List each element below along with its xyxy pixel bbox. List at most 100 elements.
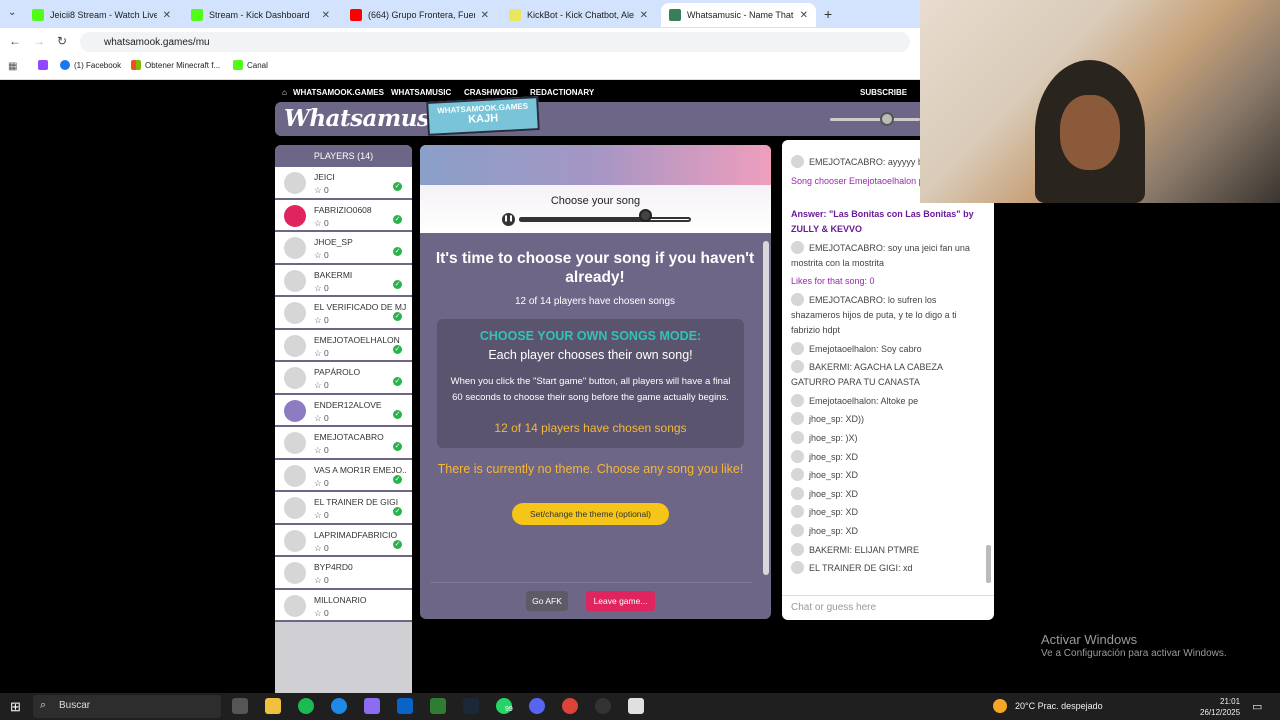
check-icon: ✓ [393, 182, 402, 191]
chat-message: jhoe_sp: XD [791, 505, 979, 520]
player-score: ☆ 0 [314, 348, 329, 359]
player-row: JHOE_SP ☆ 0 ✓ [275, 232, 412, 265]
chat-message: EMEJOTACABRO: soy una jeici fan una most… [791, 240, 979, 271]
tab-favicon [32, 9, 44, 21]
game-panel-scrollbar[interactable] [763, 241, 769, 575]
mode-chosen-status: 12 of 14 players have chosen songs [494, 421, 687, 435]
leave-game-button[interactable]: Leave game... [586, 591, 655, 611]
nav-subscribe[interactable]: SUBSCRIBE [860, 88, 907, 97]
browser-tab[interactable]: (664) Grupo Frontera, Fuerza Re ✕ [342, 3, 497, 27]
system-clock[interactable]: 21:01 26/12/2025 [1200, 696, 1240, 718]
reload-icon[interactable]: ↻ [57, 34, 67, 48]
microsoft-icon [131, 60, 141, 70]
browser-tab[interactable]: Stream - Kick Dashboard ✕ [183, 3, 338, 27]
close-icon[interactable]: ✕ [481, 10, 489, 21]
player-score: ☆ 0 [314, 413, 329, 424]
nav-redactionary[interactable]: REDACTIONARY [530, 88, 594, 97]
star-icon: ☆ [314, 510, 322, 520]
chat-avatar [791, 155, 804, 168]
bookmark-minecraft[interactable]: Obtener Minecraft f... [131, 60, 220, 70]
player-score: ☆ 0 [314, 283, 329, 294]
chat-scrollbar[interactable] [986, 545, 991, 583]
outlook-icon[interactable] [397, 698, 413, 714]
room-tag: WHATSAMOOK.GAMES KAJH [426, 96, 540, 136]
edge-icon[interactable] [331, 698, 347, 714]
home-icon[interactable]: ⌂ [282, 88, 287, 97]
store-icon[interactable] [430, 698, 446, 714]
player-avatar [284, 172, 306, 194]
player-score-value: 0 [324, 477, 329, 488]
obs-icon[interactable] [595, 698, 611, 714]
steam-icon[interactable] [463, 698, 479, 714]
new-tab-button[interactable]: + [824, 6, 832, 22]
page-scrollbar[interactable] [1270, 203, 1280, 693]
browser-tab[interactable]: KickBot - Kick Chatbot, Alerts, T ✕ [501, 3, 656, 27]
search-icon: ⌕ [40, 699, 47, 711]
star-icon: ☆ [314, 445, 322, 455]
back-icon[interactable]: ← [9, 34, 21, 48]
bookmark-facebook[interactable]: (1) Facebook [60, 60, 121, 70]
url-field[interactable]: whatsamook.games/mu [80, 32, 910, 52]
chat-avatar [791, 524, 804, 537]
nav-crashword[interactable]: CRASHWORD [464, 88, 518, 97]
forward-icon[interactable]: → [33, 34, 45, 48]
bookmark-twitch[interactable] [38, 60, 48, 70]
choose-song-label: Choose your song [550, 195, 641, 207]
mode-title: CHOOSE YOUR OWN SONGS MODE: [479, 329, 702, 343]
player-row: JEICI ☆ 0 ✓ [275, 167, 412, 200]
close-icon[interactable]: ✕ [322, 10, 330, 21]
notification-icon[interactable]: ▭ [1252, 700, 1262, 713]
player-name: PAPÁROLO [314, 367, 361, 377]
set-theme-button[interactable]: Set/change the theme (optional) [512, 503, 669, 525]
chat-message-text: EMEJOTACABRO: soy una jeici fan una most… [791, 242, 970, 268]
close-icon[interactable]: ✕ [163, 10, 171, 21]
close-icon[interactable]: ✕ [640, 10, 648, 21]
apps-icon[interactable]: ▦ [8, 61, 17, 72]
check-icon: ✓ [393, 247, 402, 256]
player-score-value: 0 [324, 542, 329, 553]
player-avatar [284, 529, 306, 552]
tab-search-icon[interactable]: ⌄ [8, 7, 16, 18]
close-icon[interactable]: ✕ [800, 10, 808, 21]
nav-whatsamook[interactable]: WHATSAMOOK.GAMES [293, 88, 384, 97]
browser-tab[interactable]: Whatsamusic - Name That Tune ✕ [661, 3, 816, 27]
file-explorer-icon[interactable] [265, 698, 281, 714]
player-avatar [284, 237, 306, 259]
player-avatar [284, 204, 306, 227]
volume-slider-handle[interactable] [880, 112, 894, 126]
taskbar-search[interactable]: Buscar [33, 695, 221, 718]
go-afk-button[interactable]: Go AFK [526, 591, 568, 611]
copilot-icon[interactable] [364, 698, 380, 714]
chat-message: Emejotaoelhalon: Soy cabro [791, 341, 979, 357]
player-name: JEICI [314, 172, 335, 182]
chat-avatar [791, 393, 804, 407]
app-icon[interactable] [628, 698, 644, 714]
weather-icon [993, 699, 1007, 713]
chat-input[interactable]: Chat or guess here [782, 595, 994, 620]
choose-song-heading: It's time to choose your song if you hav… [435, 250, 755, 286]
player-row: VAS A MOR1R EMEJO... ☆ 0 ✓ [275, 459, 412, 492]
browser-tab[interactable]: Jeicii8 Stream - Watch Live on K ✕ [24, 3, 179, 27]
bookmark-canal[interactable]: Canal [233, 60, 268, 70]
chat-message-text: Answer: "Las Bonitas con Las Bonitas" by… [791, 209, 974, 235]
windows-start-icon[interactable]: ⊞ [10, 699, 21, 715]
pause-icon[interactable]: ❚❚ [502, 213, 515, 226]
player-score-value: 0 [324, 380, 329, 390]
star-icon: ☆ [314, 315, 322, 325]
spotify-icon[interactable] [298, 698, 314, 714]
task-view-icon[interactable] [232, 698, 248, 714]
chat-avatar [791, 360, 804, 374]
divider [430, 582, 752, 583]
discord-icon[interactable] [529, 698, 545, 714]
facebook-icon [60, 60, 70, 70]
player-row: PAPÁROLO ☆ 0 ✓ [275, 362, 412, 395]
volume-slider[interactable] [830, 118, 920, 121]
player-row: BYP4RD0 ☆ 0 [275, 557, 412, 590]
chrome-icon[interactable] [562, 698, 578, 714]
chosen-status: 12 of 14 players have chosen songs [514, 296, 676, 307]
nav-whatsamusic[interactable]: WHATSAMUSIC [391, 88, 451, 97]
chat-message: EL TRAINER DE GIGI: xd [791, 561, 979, 576]
player-avatar [284, 432, 306, 454]
weather-status[interactable]: 20°C Prac. despejado [1015, 701, 1103, 711]
check-icon: ✓ [393, 442, 402, 451]
